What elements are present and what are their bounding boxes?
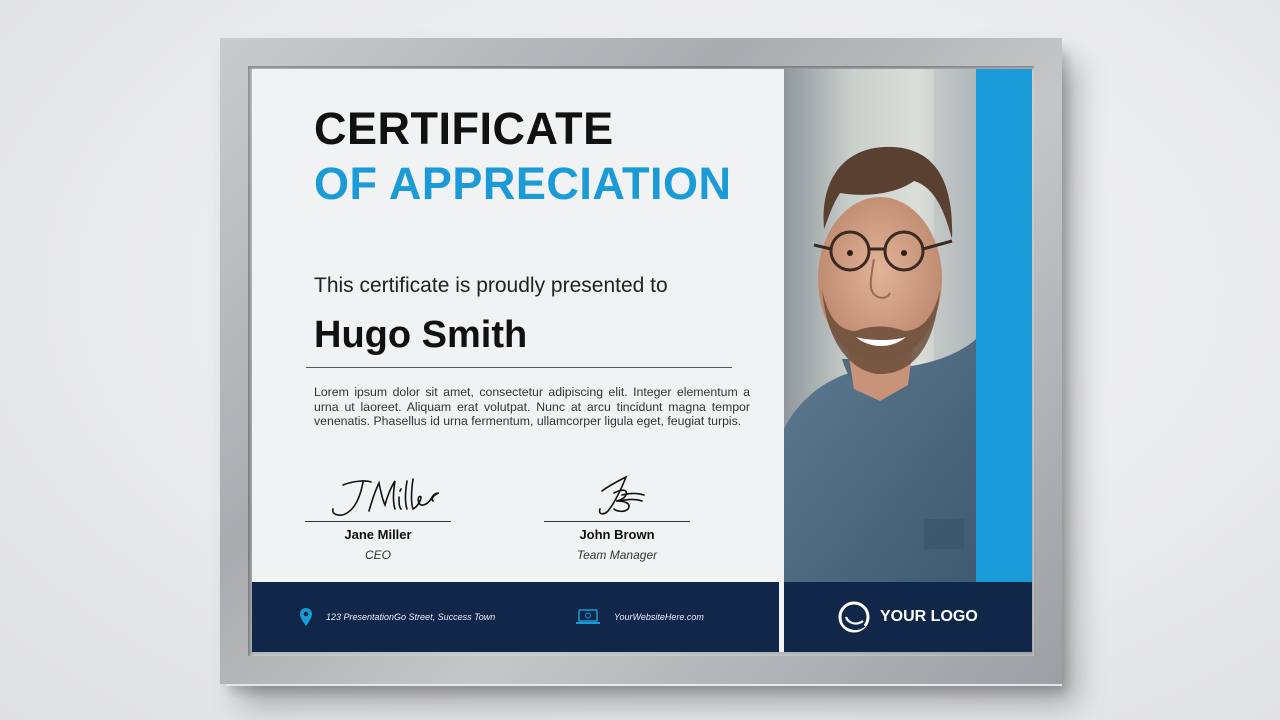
address-item: 123 PresentationGo Street, Success Town bbox=[300, 582, 495, 652]
footer-divider bbox=[779, 69, 784, 652]
certificate-content: CERTIFICATE OF APPRECIATION This certifi… bbox=[252, 69, 780, 582]
accent-strip bbox=[976, 69, 1032, 582]
logo-text: YOUR LOGO bbox=[880, 608, 978, 625]
website-text[interactable]: YourWebsiteHere.com bbox=[614, 612, 704, 622]
certificate: CERTIFICATE OF APPRECIATION This certifi… bbox=[252, 69, 1032, 652]
signer-role: CEO bbox=[364, 548, 391, 562]
signer-name: John Brown bbox=[579, 527, 655, 542]
signer-name: Jane Miller bbox=[344, 527, 412, 542]
signature-jane-miller-icon bbox=[331, 478, 440, 516]
title-line-2: OF APPRECIATION bbox=[314, 158, 732, 209]
company-logo: YOUR LOGO bbox=[836, 582, 978, 652]
signature-john-brown-icon bbox=[598, 475, 645, 515]
recipient-name: Hugo Smith bbox=[314, 314, 528, 356]
contact-footer: 123 PresentationGo Street, Success Town … bbox=[252, 582, 779, 652]
signature-line bbox=[544, 521, 690, 522]
signature-block-manager: John Brown Team Manager bbox=[542, 471, 692, 562]
portrait-image bbox=[784, 69, 976, 582]
address-text: 123 PresentationGo Street, Success Town bbox=[326, 612, 496, 622]
signature-line bbox=[305, 521, 451, 522]
signature-block-ceo: Jane Miller CEO bbox=[303, 471, 453, 562]
title-line-1: CERTIFICATE bbox=[314, 103, 614, 154]
certificate-body: Lorem ipsum dolor sit amet, consectetur … bbox=[314, 385, 750, 428]
presented-to-text: This certificate is proudly presented to bbox=[314, 274, 668, 297]
logo-ring-icon bbox=[838, 601, 870, 633]
recipient-photo bbox=[784, 69, 976, 582]
signer-role: Team Manager bbox=[576, 548, 658, 562]
logo-footer: YOUR LOGO bbox=[784, 582, 1032, 652]
recipient-underline bbox=[306, 367, 732, 368]
location-pin-icon bbox=[300, 608, 312, 626]
website-item: YourWebsiteHere.com bbox=[576, 582, 704, 652]
laptop-icon bbox=[576, 609, 600, 624]
